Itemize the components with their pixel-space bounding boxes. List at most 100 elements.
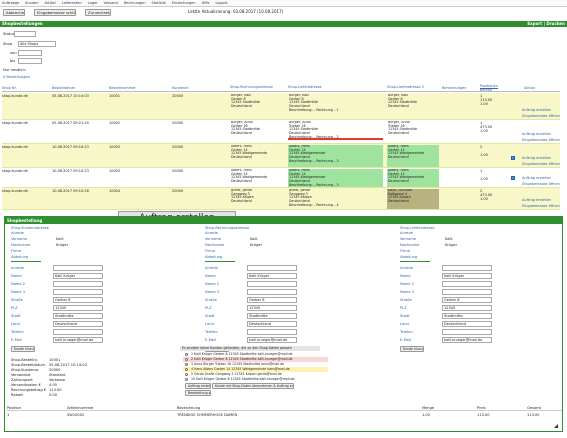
cancel-button[interactable]: Abbrechen — [3, 9, 25, 16]
form-field[interactable] — [53, 265, 103, 271]
take-customer-button[interactable]: Kunde mit Shop-Daten übernehmen & Auftra… — [212, 383, 294, 389]
position-cell: TRENDIGE SOMMERHOSE DAMEN — [177, 413, 238, 417]
menu-item[interactable]: Lager — [88, 1, 98, 5]
menu-item[interactable]: Kunden — [25, 1, 38, 5]
resize-handle-icon[interactable] — [554, 424, 558, 428]
menu-item[interactable]: Einstellungen — [172, 1, 196, 5]
form-field[interactable] — [247, 265, 297, 271]
form-label: Straße — [205, 298, 217, 302]
form-field[interactable]: 12345 — [247, 305, 297, 311]
ship-address: grafik, gerda Gangweg 3 12345 Kalpen Deu… — [289, 189, 339, 207]
form-field[interactable]: Stadtmitte — [442, 313, 492, 319]
edit-icon[interactable] — [511, 176, 515, 180]
open-mask-link[interactable]: Eingabemaske öffnen — [522, 204, 560, 208]
form-field[interactable] — [53, 281, 103, 287]
form-field[interactable]: Kalli Krüger — [442, 273, 492, 279]
create-order-link[interactable]: Auftrag erstellen — [522, 198, 551, 202]
add-customer-button[interactable]: Kunde hinzufügen — [11, 346, 35, 352]
form-field[interactable]: Gerber 8 — [442, 297, 492, 303]
form-field[interactable]: kalli.krueger@mail.de — [53, 337, 103, 343]
radio-icon[interactable] — [185, 368, 188, 371]
start-edit-button[interactable]: Bearbeitung starten — [185, 390, 211, 396]
radio-icon[interactable] — [185, 378, 188, 381]
form-field[interactable] — [247, 329, 297, 335]
date-from-input[interactable] — [18, 50, 42, 56]
menu-item[interactable]: Statistik — [152, 1, 166, 5]
col-header-ship2[interactable]: Shop-Lieferadresse 2 — [387, 85, 437, 89]
radio-icon[interactable] — [185, 363, 188, 366]
create-order-link[interactable]: Auftrag erstellen — [522, 156, 551, 160]
col-header-ship[interactable]: Shop-Lieferadresse — [288, 85, 338, 89]
positions-cell: 2 473.00 1.00 — [480, 189, 493, 202]
menu-item[interactable]: Rechnungen — [124, 1, 146, 5]
lastname-value: Krüger — [445, 243, 458, 247]
panel-title: Shopbestellung — [7, 218, 43, 223]
create-order-link[interactable]: Auftrag erstellen — [522, 176, 551, 180]
form-label: Name 2 — [400, 282, 415, 286]
col-header-bill[interactable]: Shop-Rechnungsadresse — [230, 85, 280, 89]
form-field[interactable] — [442, 289, 492, 295]
menu-item[interactable]: Auftraege — [2, 1, 19, 5]
form-field[interactable]: Gerber 8 — [53, 297, 103, 303]
menu-item[interactable]: Versand — [104, 1, 118, 5]
col-header-date[interactable]: Bestelldatum — [52, 86, 75, 90]
form-field[interactable] — [53, 329, 103, 335]
col-header-cust[interactable]: Kundennr. — [172, 86, 190, 90]
col-header-ordno[interactable]: Bestellnummer — [109, 86, 136, 90]
form-field[interactable]: Gerber 8 — [247, 297, 297, 303]
info-value: Standard — [49, 373, 66, 377]
form-field[interactable] — [53, 289, 103, 295]
radio-icon[interactable] — [185, 353, 188, 356]
form-field[interactable]: 12345 — [53, 305, 103, 311]
open-mask-link[interactable]: Eingabemaske öffnen — [522, 114, 560, 118]
form-field[interactable]: Deutschland — [247, 321, 297, 327]
ship2-address: Albers, Hans Garten 14 12345 Waldgemeind… — [387, 145, 439, 167]
filter-new-value[interactable]: Nein — [18, 68, 26, 72]
export-links[interactable]: Export | Drucken — [527, 21, 565, 27]
open-mask-link[interactable]: Eingabemaske öffnen — [522, 162, 560, 166]
create-order-button[interactable]: Auftrag erstellen — [185, 383, 211, 389]
form-field[interactable]: Deutschland — [53, 321, 103, 327]
form-field[interactable]: Deutschland — [442, 321, 492, 327]
menu-item[interactable]: Artikel — [44, 1, 55, 5]
open-mask-link[interactable]: Eingabemaske öffnen — [522, 138, 560, 142]
create-order-link[interactable]: Auftrag erstellen — [522, 108, 551, 112]
form-field[interactable] — [442, 329, 492, 335]
menu-item[interactable]: Logout — [216, 1, 228, 5]
edit-icon[interactable] — [511, 156, 515, 160]
address-label: Firma — [400, 249, 410, 253]
col-header-remark[interactable]: Bemerkungen — [442, 86, 467, 90]
form-field[interactable] — [247, 289, 297, 295]
col-header-shop[interactable]: Shop Nr. — [2, 86, 17, 90]
form-field[interactable]: kalli.krueger@mail.de — [247, 337, 297, 343]
open-mask-link[interactable]: Eingabemaske öffnen — [522, 182, 560, 186]
shop-select[interactable]: Alle Shops — [18, 41, 56, 47]
add-customer-button[interactable]: Kunde hinzufügen — [400, 346, 424, 352]
form-field[interactable] — [442, 281, 492, 287]
menu-item[interactable]: Hilfe — [202, 1, 210, 5]
form-field[interactable]: Stadtmitte — [247, 313, 297, 319]
radio-icon[interactable] — [185, 373, 188, 376]
form-label: Name — [400, 274, 411, 278]
form-field[interactable]: Stadtmitte — [53, 313, 103, 319]
bill-address: Albers, Hans Garten 14 12345 Waldgemeind… — [231, 169, 268, 184]
form-field[interactable]: 12345 — [442, 305, 492, 311]
reset-button[interactable]: Zuruecksetzen — [85, 9, 111, 16]
bill-address: grafik, gerda Gangweg 3 12345 Kalpen Deu… — [231, 189, 254, 204]
lastname-value: Krüger — [56, 243, 69, 247]
menu-item[interactable]: Lieferanten — [62, 1, 82, 5]
radio-icon[interactable] — [185, 358, 188, 361]
form-field[interactable] — [442, 265, 492, 271]
match-row[interactable]: 10 Kalli Krüger Gerber 8 12345 Stadtmitt… — [183, 377, 328, 382]
form-field[interactable]: Kalli Krüger — [53, 273, 103, 279]
form-field[interactable]: kalli.krueger@mail.de — [442, 337, 492, 343]
col-header-pos[interactable]: Positionen Betrag — [480, 84, 500, 92]
close-mask-button[interactable]: Eingabemaske schliessen — [34, 9, 76, 16]
date-to-input[interactable] — [18, 58, 42, 64]
create-order-link[interactable]: Auftrag erstellen — [522, 132, 551, 136]
form-field[interactable]: Kalli Krüger — [247, 273, 297, 279]
info-value: 4.95 — [49, 383, 58, 387]
status-select[interactable] — [14, 31, 36, 37]
form-field[interactable] — [247, 281, 297, 287]
positions-cell: 1 1.00 — [480, 169, 488, 182]
